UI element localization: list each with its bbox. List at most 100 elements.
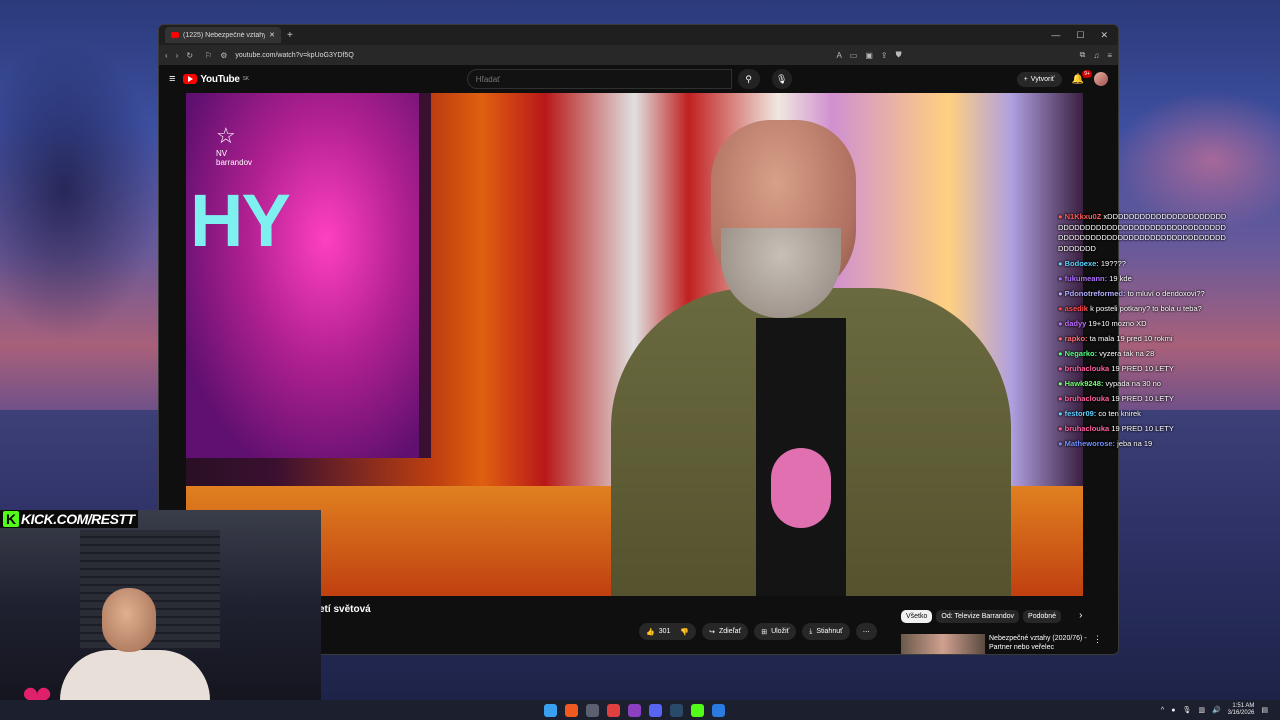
- chat-username[interactable]: fukumeann:: [1065, 274, 1108, 283]
- chip-channel[interactable]: Od: Televize Barrandov: [936, 610, 1020, 623]
- chat-text: 19+10 mozno XD: [1088, 318, 1147, 328]
- cast-icon[interactable]: ▭: [850, 51, 858, 60]
- close-tab-icon[interactable]: ✕: [269, 31, 275, 39]
- chat-username[interactable]: Matheworose:: [1065, 439, 1115, 448]
- taskbar-apps: [544, 703, 725, 717]
- discord-icon[interactable]: [649, 703, 662, 717]
- chat-username[interactable]: festor09:: [1065, 409, 1097, 418]
- screenshot-icon[interactable]: ▣: [865, 51, 873, 60]
- reload-icon[interactable]: ↻: [186, 51, 193, 60]
- studio-screen: ☆ NV barrandov HY: [186, 93, 431, 458]
- chat-username[interactable]: bruhaclouka: [1065, 394, 1110, 403]
- microphone-icon[interactable]: 🎙: [771, 69, 792, 89]
- chat-text: jeba na 19: [1117, 438, 1153, 448]
- xbox-icon[interactable]: [586, 703, 599, 717]
- media-icon[interactable]: ♫: [1093, 51, 1099, 60]
- chat-username[interactable]: Bodoexe:: [1065, 259, 1099, 268]
- heart-icon: ❤: [22, 678, 53, 700]
- browser-app-icon[interactable]: [628, 703, 641, 717]
- watermark-line2: barrandov: [216, 158, 253, 167]
- thumbs-up-icon: 👍: [646, 628, 655, 636]
- chat-username[interactable]: dadyy: [1065, 319, 1087, 328]
- app-store-icon[interactable]: [712, 703, 725, 717]
- kick-logo-icon: K: [3, 511, 19, 527]
- chat-text: vyzera tak na 28: [1099, 348, 1155, 358]
- microphone-tray-icon[interactable]: 🎙: [1182, 706, 1191, 714]
- save-button[interactable]: ⊞ Uložiť: [754, 623, 797, 640]
- chat-message: ● Matheworose: jeba na 19: [1058, 439, 1228, 450]
- search-bar: ⚲ 🎙: [466, 69, 792, 89]
- related-video-item[interactable]: Nebezpečné vztahy (2020/76) - Partner ne…: [901, 634, 1102, 654]
- header-actions: + Vytvoriť 🔔 9+: [1016, 69, 1108, 87]
- brave-shield-icon[interactable]: ⛊: [896, 50, 902, 60]
- guest-person: [611, 118, 1011, 596]
- url-field[interactable]: ⚐ ⚙ youtube.com/watch?v=kpUoG3YDf5Q: [201, 48, 828, 62]
- related-filter-chips: Všetko Od: Televize Barrandov Podobné ›: [901, 610, 1082, 623]
- chat-badge-icon: ●: [1058, 333, 1065, 343]
- chat-username[interactable]: rapko:: [1065, 334, 1088, 343]
- download-button[interactable]: ⤓ Stiahnuť: [802, 623, 850, 640]
- like-button[interactable]: 👍 301 👎: [639, 623, 697, 640]
- share-icon[interactable]: ⇪: [881, 51, 888, 60]
- youtube-logo[interactable]: YouTube SK: [183, 74, 249, 85]
- save-label: Uložiť: [771, 628, 790, 635]
- new-tab-button[interactable]: +: [287, 30, 293, 41]
- chat-text: 19 PRED 10 LETY: [1111, 423, 1174, 433]
- related-video-thumbnail[interactable]: [901, 634, 985, 654]
- extensions-icon[interactable]: ⧉: [1080, 50, 1086, 60]
- share-button[interactable]: ↪ Zdieľať: [702, 623, 749, 640]
- site-info-icon[interactable]: ⚙: [220, 51, 227, 60]
- brave-browser-icon[interactable]: [565, 703, 578, 717]
- url-text: youtube.com/watch?v=kpUoG3YDf5Q: [235, 51, 354, 59]
- clock[interactable]: 1:51 AM 3/16/2026: [1228, 703, 1255, 717]
- chat-text: 19 kde: [1109, 273, 1132, 283]
- more-vert-icon[interactable]: ⋮: [1093, 634, 1102, 654]
- tab-title: (1225) Nebezpečné vztahy (2(: [183, 31, 266, 39]
- translate-icon[interactable]: A: [836, 51, 841, 60]
- close-window-icon[interactable]: ✕: [1100, 30, 1108, 41]
- forward-icon[interactable]: ›: [176, 51, 179, 60]
- back-icon[interactable]: ‹: [165, 51, 168, 60]
- thumbs-down-icon[interactable]: 👎: [680, 628, 689, 636]
- chevron-right-icon[interactable]: ›: [1079, 610, 1082, 623]
- video-title: etí světová: [319, 604, 371, 615]
- chat-username[interactable]: Hawk9248:: [1065, 379, 1104, 388]
- steam-icon[interactable]: [670, 703, 683, 717]
- share-label: Zdieľať: [719, 628, 742, 635]
- chat-message: ● dadyy 19+10 mozno XD: [1058, 319, 1228, 330]
- chat-username[interactable]: Pdonotreformed:: [1065, 289, 1126, 298]
- chat-badge-icon: ●: [1058, 363, 1065, 373]
- recording-app-icon[interactable]: [607, 703, 620, 717]
- more-actions-button[interactable]: ⋯: [855, 623, 877, 640]
- chip-related[interactable]: Podobné: [1023, 610, 1062, 623]
- volume-icon[interactable]: 🔊: [1212, 706, 1221, 714]
- bookmark-icon[interactable]: ⚐: [205, 51, 212, 60]
- hamburger-menu-icon[interactable]: ≡: [169, 73, 175, 85]
- search-input[interactable]: [466, 69, 732, 89]
- chat-username[interactable]: bruhaclouka: [1065, 364, 1110, 373]
- network-icon[interactable]: ▥: [1198, 706, 1205, 714]
- chat-username[interactable]: Negarko:: [1065, 349, 1098, 358]
- chevron-up-icon[interactable]: ^: [1161, 707, 1164, 714]
- chat-username[interactable]: N1Kkxu0Z: [1065, 212, 1102, 221]
- notifications-bell-icon[interactable]: 🔔 9+: [1072, 69, 1092, 85]
- notifications-tray-icon[interactable]: ▤: [1261, 706, 1268, 714]
- tray-app-icon[interactable]: ●: [1171, 707, 1175, 714]
- search-icon[interactable]: ⚲: [737, 69, 760, 89]
- chip-all[interactable]: Všetko: [901, 610, 933, 623]
- chat-username[interactable]: bruhaclouka: [1065, 424, 1110, 433]
- maximize-icon[interactable]: ☐: [1076, 30, 1084, 41]
- menu-icon[interactable]: ≡: [1107, 51, 1112, 60]
- stream-chat-overlay: ● N1Kkxu0Z xDDDDDDDDDDDDDDDDDDDDDDDDDDDD…: [1058, 212, 1228, 454]
- browser-tab[interactable]: (1225) Nebezpečné vztahy (2( ✕: [165, 27, 281, 43]
- chat-username[interactable]: asedik: [1065, 304, 1088, 313]
- chat-message: ● bruhaclouka 19 PRED 10 LETY: [1058, 394, 1228, 405]
- create-button[interactable]: + Vytvoriť: [1016, 71, 1062, 87]
- chat-badge-icon: ●: [1058, 348, 1065, 358]
- chat-message: ● bruhaclouka 19 PRED 10 LETY: [1058, 364, 1228, 375]
- windows-start-icon[interactable]: [544, 703, 557, 717]
- avatar[interactable]: [1094, 72, 1108, 86]
- related-video-title[interactable]: Nebezpečné vztahy (2020/76) - Partner ne…: [989, 634, 1089, 654]
- minimize-icon[interactable]: —: [1051, 30, 1060, 41]
- kick-app-icon[interactable]: [691, 703, 704, 717]
